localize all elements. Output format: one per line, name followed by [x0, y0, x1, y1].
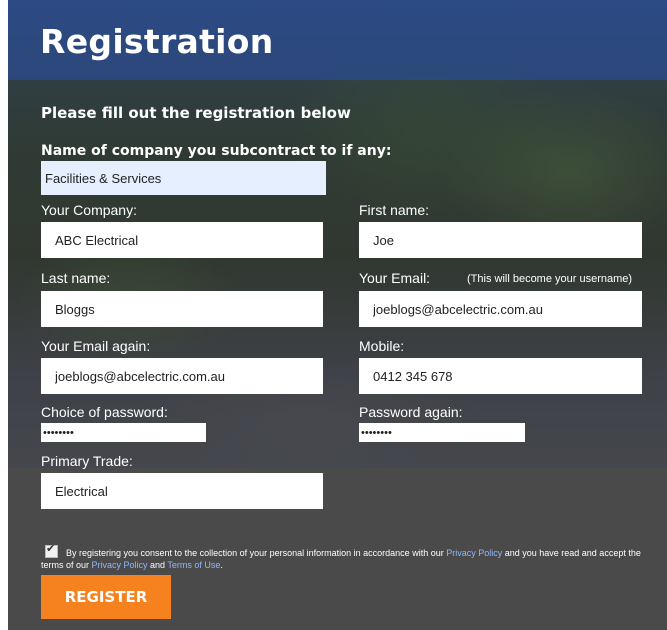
register-button[interactable]: REGISTER	[41, 575, 171, 619]
password-again-label: Password again:	[359, 404, 463, 420]
your-company-input[interactable]	[41, 222, 323, 258]
first-name-label: First name:	[359, 202, 430, 218]
password-input[interactable]	[41, 423, 206, 442]
subcontract-label: Name of company you subcontract to if an…	[41, 143, 392, 159]
terms-of-use-link[interactable]: Terms of Use	[167, 560, 220, 570]
email-again-input[interactable]	[41, 358, 323, 394]
primary-trade-label: Primary Trade:	[41, 453, 133, 469]
consent-text-1: By registering you consent to the collec…	[66, 548, 447, 558]
subcontract-input[interactable]	[41, 161, 326, 195]
consent-text-3: and	[147, 560, 168, 570]
consent-text-4: .	[220, 560, 223, 570]
consent-checkbox[interactable]: ✔	[45, 543, 58, 558]
privacy-policy-link[interactable]: Privacy Policy	[446, 548, 502, 558]
consent-text-block: ✔ By registering you consent to the colle…	[41, 543, 645, 571]
privacy-policy-link-2[interactable]: Privacy Policy	[92, 560, 148, 570]
password-label: Choice of password:	[41, 404, 168, 420]
email-again-label: Your Email again:	[41, 338, 151, 354]
mobile-label: Mobile:	[359, 338, 405, 354]
first-name-input[interactable]	[359, 222, 642, 258]
page-title: Registration	[40, 22, 274, 61]
password-again-input[interactable]	[359, 423, 525, 442]
email-username-hint: (This will become your username)	[467, 273, 633, 285]
primary-trade-input[interactable]	[41, 473, 323, 509]
mobile-input[interactable]	[359, 358, 642, 394]
your-company-label: Your Company:	[41, 202, 137, 218]
email-input[interactable]	[359, 291, 642, 327]
registration-panel: Registration Please fill out the registr…	[8, 0, 667, 630]
last-name-label: Last name:	[41, 270, 111, 286]
last-name-input[interactable]	[41, 291, 323, 327]
email-label: Your Email:	[359, 270, 431, 286]
check-icon: ✔	[46, 543, 56, 555]
form-subtitle: Please fill out the registration below	[41, 104, 351, 122]
